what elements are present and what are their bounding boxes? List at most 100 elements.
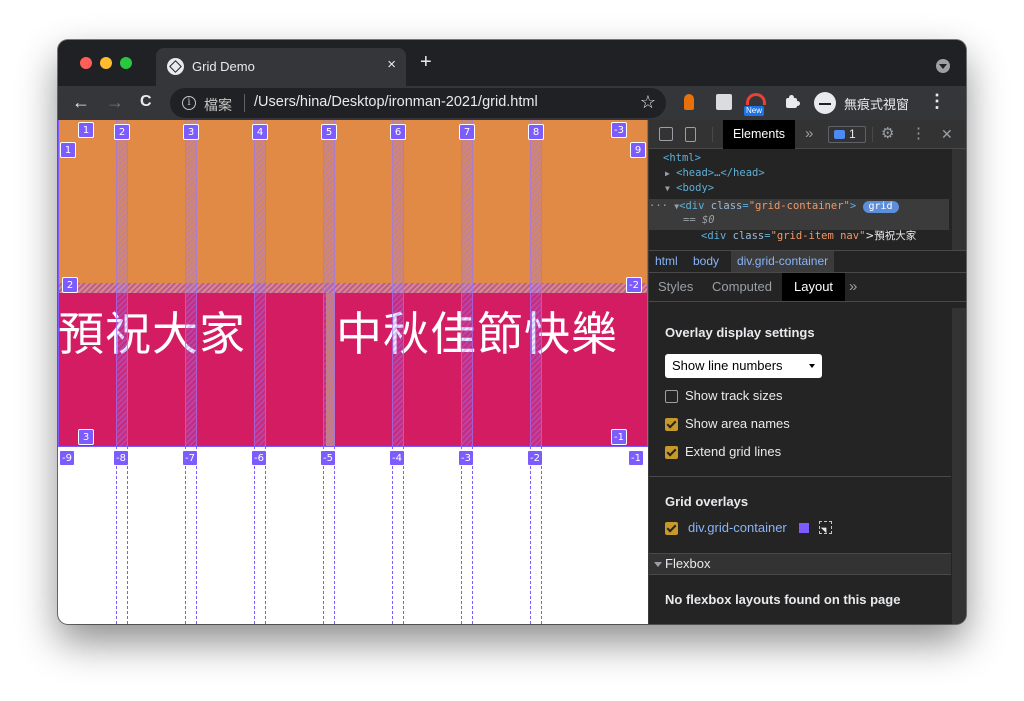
extension-square-icon[interactable]	[716, 94, 732, 110]
title-bar: Grid Demo × +	[58, 40, 966, 86]
codepen-icon	[167, 58, 184, 75]
dom-attr-value: "grid-container"	[748, 200, 850, 212]
grid-row-number: 2	[62, 277, 78, 293]
layout-pane: Overlay display settings Show line numbe…	[649, 308, 951, 624]
grid-badge[interactable]: grid	[862, 201, 899, 213]
devtools-panel: Elements » 1 ⚙ ⋮ ✕ <html> ▶ <head>…</hea…	[648, 120, 966, 624]
grid-line-number: 5	[321, 124, 337, 140]
show-area-names-label[interactable]: Show area names	[685, 416, 790, 431]
browser-window: Grid Demo × + ← → C i 檔案 /Users/hina/Des…	[58, 40, 966, 624]
extended-grid-line	[530, 446, 542, 624]
incognito-label[interactable]: 無痕式視窗	[844, 94, 909, 113]
expand-triangle-icon[interactable]: ▶	[665, 169, 670, 178]
dom-node-html[interactable]: <html>	[663, 151, 963, 166]
collapse-triangle-icon[interactable]: ▼	[665, 184, 670, 193]
flexbox-section-header[interactable]: Flexbox	[649, 553, 951, 575]
tab-close-icon[interactable]: ×	[387, 56, 396, 73]
dom-tag: <html>	[663, 152, 701, 164]
node-actions-icon[interactable]: ···	[649, 200, 668, 212]
selected-node-ref: == $0	[683, 214, 715, 226]
dom-node-body[interactable]: ▼ <body>	[665, 181, 965, 196]
dom-node-head[interactable]: ▶ <head>…</head>	[665, 166, 965, 181]
extended-grid-line	[323, 446, 335, 624]
incognito-icon[interactable]	[814, 92, 836, 114]
extension-flame-icon[interactable]	[684, 94, 694, 110]
close-devtools-icon[interactable]: ✕	[941, 127, 953, 141]
dom-node-grid-container[interactable]: ··· ▼<div class="grid-container"> grid	[649, 199, 949, 214]
grid-line-number: 1	[78, 122, 94, 138]
extension-rainbow-icon[interactable]	[746, 93, 766, 105]
inspect-element-icon[interactable]	[659, 127, 673, 141]
breadcrumb-html[interactable]: html	[655, 251, 678, 272]
dom-tag: <head>…</head>	[676, 167, 765, 179]
devtools-menu-icon[interactable]: ⋮	[911, 126, 926, 141]
file-scheme-label: 檔案	[204, 97, 232, 113]
address-bar[interactable]: i 檔案 /Users/hina/Desktop/ironman-2021/gr…	[170, 88, 666, 118]
grid-line-number: -7	[182, 450, 198, 466]
device-toolbar-icon[interactable]	[685, 127, 696, 142]
tab-computed[interactable]: Computed	[712, 273, 772, 301]
browser-menu-icon[interactable]: ⋮	[928, 91, 946, 112]
grid-row-number: -2	[626, 277, 642, 293]
grid-line-number: 7	[459, 124, 475, 140]
extensions-puzzle-icon[interactable]	[784, 94, 800, 110]
grid-overlay-checkbox[interactable]	[665, 522, 678, 535]
grid-line-number: -9	[59, 450, 75, 466]
grid-line-number: 2	[114, 124, 130, 140]
tab-styles[interactable]: Styles	[658, 273, 693, 301]
new-tab-button[interactable]: +	[420, 52, 432, 72]
browser-toolbar: ← → C i 檔案 /Users/hina/Desktop/ironman-2…	[58, 86, 966, 120]
reload-button[interactable]: C	[140, 91, 152, 113]
show-area-names-checkbox[interactable]	[665, 418, 678, 431]
no-flexbox-message: No flexbox layouts found on this page	[665, 592, 901, 607]
back-button[interactable]: ←	[72, 91, 90, 113]
grid-column-line	[530, 120, 542, 446]
close-window-button[interactable]	[80, 57, 92, 69]
url-text[interactable]: /Users/hina/Desktop/ironman-2021/grid.ht…	[254, 94, 538, 110]
forward-button[interactable]: →	[106, 91, 124, 113]
dom-text: >預祝大家	[865, 230, 917, 242]
extended-grid-line	[254, 446, 266, 624]
more-subtabs-icon[interactable]: »	[849, 273, 857, 301]
highlight-element-icon[interactable]	[819, 521, 832, 534]
show-track-sizes-checkbox[interactable]	[665, 390, 678, 403]
info-icon[interactable]: i	[182, 96, 196, 110]
grid-column-line	[323, 120, 335, 446]
issues-counter[interactable]: 1	[828, 126, 866, 143]
grid-column-line	[392, 120, 404, 446]
show-track-sizes-label[interactable]: Show track sizes	[685, 388, 783, 403]
extend-grid-lines-checkbox[interactable]	[665, 446, 678, 459]
dom-node-grid-item[interactable]: <div class="grid-item nav">預祝大家	[701, 229, 966, 244]
dom-tag: >	[849, 200, 857, 212]
grid-line-number: -3	[611, 122, 627, 138]
tab-search-icon[interactable]	[936, 59, 950, 73]
dom-tree-scrollbar[interactable]	[952, 149, 966, 250]
grid-row-number: 9	[630, 142, 646, 158]
devtools-tabbar: Elements » 1 ⚙ ⋮ ✕	[649, 120, 966, 149]
extend-grid-lines-label[interactable]: Extend grid lines	[685, 444, 781, 459]
overlay-color-swatch[interactable]	[799, 523, 809, 533]
toolbar-divider	[872, 127, 873, 142]
grid-column-line	[254, 120, 266, 446]
breadcrumb-body[interactable]: body	[693, 251, 719, 272]
grid-line-number: -5	[320, 450, 336, 466]
breadcrumb: html body div.grid-container	[649, 250, 966, 273]
grid-overlay-element-link[interactable]: div.grid-container	[688, 520, 787, 535]
grid-row-gap	[58, 283, 648, 293]
zoom-window-button[interactable]	[120, 57, 132, 69]
dom-tag: <body>	[676, 182, 715, 194]
browser-tab[interactable]: Grid Demo ×	[156, 48, 406, 86]
dom-tree: <html> ▶ <head>…</head> ▼ <body> ··· ▼<d…	[649, 149, 966, 250]
extended-grid-line	[116, 446, 128, 624]
toolbar-divider	[712, 127, 713, 142]
settings-gear-icon[interactable]: ⚙	[881, 126, 894, 141]
tab-elements[interactable]: Elements	[723, 120, 795, 149]
overlay-settings-heading: Overlay display settings	[665, 325, 815, 340]
tab-layout[interactable]: Layout	[782, 273, 846, 301]
bookmark-star-icon[interactable]: ☆	[640, 92, 656, 113]
minimize-window-button[interactable]	[100, 57, 112, 69]
breadcrumb-grid-container[interactable]: div.grid-container	[731, 251, 835, 272]
layout-pane-scrollbar[interactable]	[952, 308, 966, 624]
more-tabs-icon[interactable]: »	[805, 126, 813, 141]
line-display-select[interactable]: Show line numbers	[665, 354, 822, 378]
